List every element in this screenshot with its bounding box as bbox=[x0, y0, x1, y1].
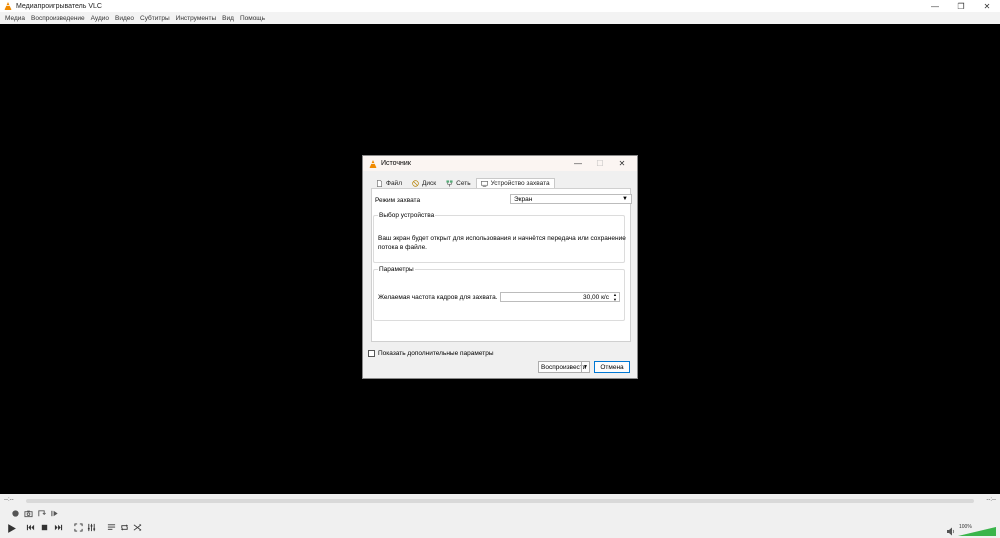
tab-file-label: Файл bbox=[386, 180, 402, 187]
tab-disc-label: Диск bbox=[421, 180, 437, 187]
menu-playback[interactable]: Воспроизведение bbox=[28, 15, 88, 22]
shuffle-button[interactable] bbox=[132, 522, 143, 533]
device-group-label: Выбор устройства bbox=[378, 212, 436, 219]
extended-settings-button[interactable] bbox=[86, 522, 97, 533]
loop-icon bbox=[121, 524, 128, 531]
camera-icon bbox=[24, 510, 33, 518]
tab-network-label: Сеть bbox=[456, 180, 471, 187]
volume-fill bbox=[958, 527, 996, 536]
menu-video[interactable]: Видео bbox=[112, 15, 137, 22]
dialog-title: Источник bbox=[381, 160, 411, 167]
total-time: --:-- bbox=[986, 497, 996, 503]
frame-step-button[interactable] bbox=[49, 508, 60, 519]
menu-view[interactable]: Вид bbox=[219, 15, 237, 22]
advanced-options-label: Показать дополнительные параметры bbox=[378, 350, 494, 357]
dialog-minimize-button[interactable]: — bbox=[567, 156, 589, 171]
playlist-button[interactable] bbox=[106, 522, 117, 533]
fps-value: 30,00 к/с bbox=[583, 294, 609, 301]
menu-bar: Медиа Воспроизведение Аудио Видео Субтит… bbox=[0, 12, 1000, 24]
fps-label: Желаемая частота кадров для захвата. bbox=[378, 294, 498, 301]
next-button[interactable] bbox=[53, 522, 64, 533]
cancel-button[interactable]: Отмена bbox=[594, 361, 630, 373]
menu-tools[interactable]: Инструменты bbox=[173, 15, 220, 22]
elapsed-time: --:-- bbox=[4, 497, 14, 503]
window-title: Медиапроигрыватель VLC bbox=[16, 2, 102, 10]
loop-ab-icon bbox=[38, 510, 46, 517]
stop-button[interactable] bbox=[39, 522, 50, 533]
frame-step-icon bbox=[51, 510, 58, 517]
loop-ab-button[interactable] bbox=[36, 508, 47, 519]
file-icon bbox=[377, 180, 382, 187]
playlist-icon bbox=[107, 524, 116, 530]
record-button[interactable] bbox=[10, 508, 21, 519]
advanced-options-checkbox[interactable] bbox=[368, 350, 375, 357]
vlc-cone-icon bbox=[369, 159, 377, 168]
advanced-options[interactable]: Показать дополнительные параметры bbox=[368, 350, 494, 357]
title-bar: Медиапроигрыватель VLC — ❐ ✕ bbox=[0, 0, 1000, 12]
speaker-icon[interactable] bbox=[946, 527, 956, 536]
capture-mode-label: Режим захвата bbox=[375, 197, 421, 204]
fullscreen-button[interactable] bbox=[73, 522, 84, 533]
network-icon bbox=[446, 180, 453, 187]
capture-mode-select[interactable]: Экран ▼ bbox=[510, 194, 632, 204]
device-description: Ваш экран будет открыт для использования… bbox=[378, 235, 626, 251]
params-group-label: Параметры bbox=[378, 266, 415, 273]
previous-button[interactable] bbox=[25, 522, 36, 533]
stop-icon bbox=[41, 524, 48, 531]
loop-button[interactable] bbox=[119, 522, 130, 533]
volume-slider[interactable] bbox=[958, 527, 996, 536]
capture-device-icon bbox=[480, 181, 488, 187]
fps-spinbox[interactable]: 30,00 к/с ▲ ▼ bbox=[500, 292, 620, 302]
record-icon bbox=[12, 510, 19, 517]
close-button[interactable]: ✕ bbox=[974, 0, 1000, 12]
restore-button[interactable]: ❐ bbox=[948, 0, 974, 12]
menu-help[interactable]: Помощь bbox=[237, 15, 268, 22]
menu-media[interactable]: Медиа bbox=[2, 15, 28, 22]
play-button-label: Воспроизвести bbox=[541, 363, 587, 371]
snapshot-button[interactable] bbox=[23, 508, 34, 519]
previous-icon bbox=[26, 524, 35, 531]
play-icon bbox=[7, 523, 16, 533]
dialog-close-button[interactable]: ✕ bbox=[611, 156, 633, 171]
disc-icon bbox=[412, 180, 419, 187]
equalizer-icon bbox=[87, 523, 96, 532]
shuffle-icon bbox=[133, 523, 142, 532]
vlc-cone-icon bbox=[4, 2, 12, 10]
play-pause-button[interactable] bbox=[4, 521, 18, 535]
next-icon bbox=[54, 524, 63, 531]
seek-bar[interactable] bbox=[26, 499, 974, 503]
fullscreen-icon bbox=[74, 523, 83, 532]
menu-subtitles[interactable]: Субтитры bbox=[137, 15, 173, 22]
play-dropdown-icon[interactable]: ▼ bbox=[581, 362, 589, 372]
chevron-down-icon: ▼ bbox=[622, 196, 628, 202]
spin-arrows-icon[interactable]: ▲ ▼ bbox=[613, 292, 617, 302]
play-button[interactable]: Воспроизвести ▼ bbox=[538, 361, 590, 373]
tab-capture-device-label: Устройство захвата bbox=[490, 180, 550, 187]
cancel-button-label: Отмена bbox=[600, 363, 624, 371]
minimize-button[interactable]: — bbox=[922, 0, 948, 12]
capture-mode-value: Экран bbox=[514, 196, 533, 203]
dialog-title-bar: Источник — ☐ ✕ bbox=[363, 156, 637, 171]
menu-audio[interactable]: Аудио bbox=[88, 15, 112, 22]
dialog-maximize-button: ☐ bbox=[596, 159, 604, 168]
